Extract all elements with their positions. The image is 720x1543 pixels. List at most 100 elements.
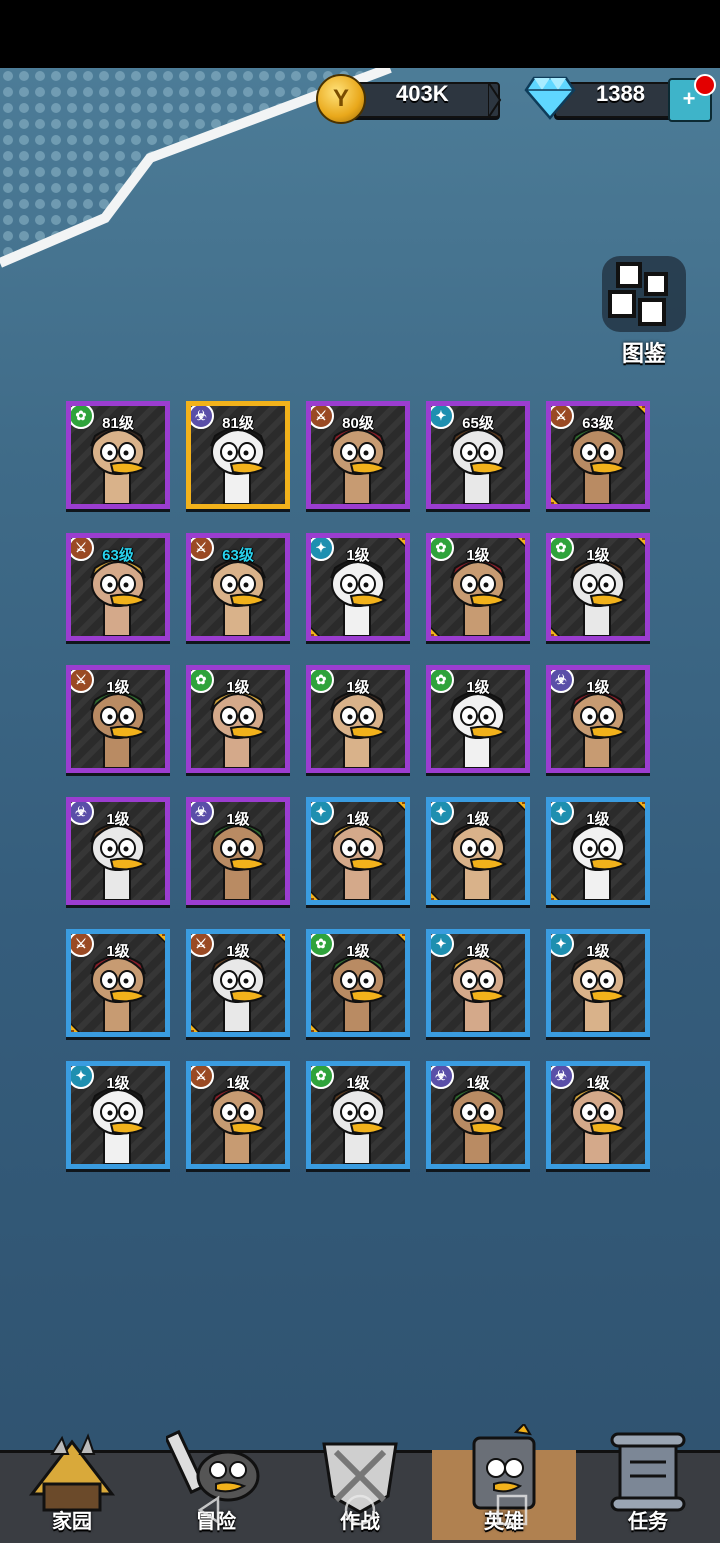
tech-class-icon: ✦ — [431, 802, 454, 825]
hero-card[interactable]: 1级 ✿ — [306, 665, 410, 773]
warrior-class-icon: ⚔ — [191, 934, 214, 957]
rank-corner-icon — [155, 934, 165, 944]
hero-card[interactable]: 63级 ⚔ — [546, 401, 650, 509]
hero-card[interactable]: 1级 ✿ — [186, 665, 290, 773]
gem-value: 1388 — [596, 81, 645, 106]
diamond-icon — [524, 76, 576, 120]
hero-card[interactable]: 1级 ☣ — [546, 665, 650, 773]
rank-corner-icon — [551, 890, 561, 900]
hero-card[interactable]: 1级 ✦ — [546, 797, 650, 905]
nav-label: 作战 — [340, 1511, 380, 1533]
hero-card[interactable]: 1级 ☣ — [66, 797, 170, 905]
rank-corner-icon — [395, 934, 405, 944]
hero-card[interactable]: 1级 ☣ — [426, 1061, 530, 1169]
hero-card[interactable]: 1级 ✦ — [426, 929, 530, 1037]
hero-card[interactable]: 80级 ⚔ — [306, 401, 410, 509]
hero-card[interactable]: 1级 ✿ — [306, 1061, 410, 1169]
gem-counter[interactable]: 1388 + — [524, 74, 716, 122]
warrior-class-icon: ⚔ — [191, 538, 214, 561]
hero-card[interactable]: 1级 ✿ — [426, 665, 530, 773]
hero-card[interactable]: 1级 ✦ — [306, 533, 410, 641]
hero-card[interactable]: 1级 ⚔ — [186, 1061, 290, 1169]
rank-corner-icon — [311, 626, 321, 636]
hazard-class-icon: ☣ — [71, 802, 94, 825]
hazard-class-icon: ☣ — [431, 1066, 454, 1089]
hero-card[interactable]: 1级 ✦ — [306, 797, 410, 905]
nav-tab[interactable]: 作战 — [288, 1420, 432, 1540]
hero-card[interactable]: 1级 ✿ — [546, 533, 650, 641]
tech-class-icon: ✦ — [71, 1066, 94, 1089]
codex-button[interactable]: 图鉴 — [596, 252, 692, 366]
warrior-class-icon: ⚔ — [71, 934, 94, 957]
warrior-class-icon: ⚔ — [311, 406, 334, 429]
hazard-class-icon: ☣ — [551, 1066, 574, 1089]
warrior-class-icon: ⚔ — [71, 538, 94, 561]
hazard-class-icon: ☣ — [551, 670, 574, 693]
nav-tab[interactable]: 家园 — [0, 1420, 144, 1540]
rank-corner-icon — [635, 406, 645, 416]
hero-card[interactable]: 1级 ✿ — [306, 929, 410, 1037]
hero-card[interactable]: 65级 ✦ — [426, 401, 530, 509]
coin-value: 403K — [396, 81, 449, 106]
nature-class-icon: ✿ — [311, 670, 334, 693]
hero-card[interactable]: 63级 ⚔ — [186, 533, 290, 641]
hero-card[interactable]: 1级 ⚔ — [66, 929, 170, 1037]
tech-class-icon: ✦ — [431, 406, 454, 429]
tech-class-icon: ✦ — [311, 802, 334, 825]
rank-corner-icon — [551, 494, 561, 504]
hero-card[interactable]: 1级 ✦ — [66, 1061, 170, 1169]
notification-dot — [694, 74, 716, 96]
grid-book-icon — [602, 256, 686, 332]
home-tent-icon — [28, 1433, 116, 1512]
hero-card[interactable]: 63级 ⚔ — [66, 533, 170, 641]
nature-class-icon: ✿ — [431, 538, 454, 561]
nav-label: 任务 — [628, 1511, 668, 1533]
hero-card[interactable]: 1级 ✦ — [546, 929, 650, 1037]
hero-book-icon — [472, 1424, 536, 1510]
bottom-nav: 家园 冒险 作战 英雄 任务 — [0, 1420, 720, 1543]
nature-class-icon: ✿ — [71, 406, 94, 429]
add-gem-button[interactable]: + — [668, 74, 716, 122]
nature-class-icon: ✿ — [431, 670, 454, 693]
tech-class-icon: ✦ — [311, 538, 334, 561]
hero-card[interactable]: 1级 ☣ — [186, 797, 290, 905]
hero-card[interactable]: 1级 ✿ — [426, 533, 530, 641]
nature-class-icon: ✿ — [311, 934, 334, 957]
hero-card[interactable]: 1级 ⚔ — [186, 929, 290, 1037]
rank-corner-icon — [191, 1022, 201, 1032]
nav-label: 英雄 — [484, 1511, 524, 1533]
nav-label: 家园 — [52, 1511, 92, 1533]
hero-card[interactable]: 1级 ⚔ — [66, 665, 170, 773]
rank-corner-icon — [71, 1022, 81, 1032]
arrow-right-icon — [488, 82, 502, 118]
tech-class-icon: ✦ — [551, 934, 574, 957]
tech-class-icon: ✦ — [431, 934, 454, 957]
nav-tab[interactable]: 冒险 — [144, 1420, 288, 1540]
coin-counter[interactable]: Y 403K — [316, 74, 506, 124]
status-bar — [0, 0, 720, 68]
hero-card[interactable]: 81级 ☣ — [186, 401, 290, 509]
hero-card[interactable]: 81级 ✿ — [66, 401, 170, 509]
rank-corner-icon — [275, 934, 285, 944]
rank-corner-icon — [635, 802, 645, 812]
warrior-class-icon: ⚔ — [71, 670, 94, 693]
rank-corner-icon — [551, 626, 561, 636]
nav-tab[interactable]: 英雄 — [432, 1420, 576, 1540]
rank-corner-icon — [431, 890, 441, 900]
nav-tab[interactable]: 任务 — [576, 1420, 720, 1540]
nature-class-icon: ✿ — [191, 670, 214, 693]
hero-card[interactable]: 1级 ✦ — [426, 797, 530, 905]
coin-icon: Y — [316, 74, 366, 124]
adventure-duck-icon — [166, 1429, 260, 1502]
rank-corner-icon — [635, 538, 645, 548]
quest-scroll-icon — [610, 1432, 686, 1512]
rank-corner-icon — [311, 890, 321, 900]
nature-class-icon: ✿ — [551, 538, 574, 561]
rank-corner-icon — [431, 626, 441, 636]
rank-corner-icon — [395, 538, 405, 548]
warrior-class-icon: ⚔ — [191, 1066, 214, 1089]
tech-class-icon: ✦ — [551, 802, 574, 825]
hero-card[interactable]: 1级 ☣ — [546, 1061, 650, 1169]
nav-label: 冒险 — [196, 1511, 236, 1533]
rank-corner-icon — [395, 802, 405, 812]
